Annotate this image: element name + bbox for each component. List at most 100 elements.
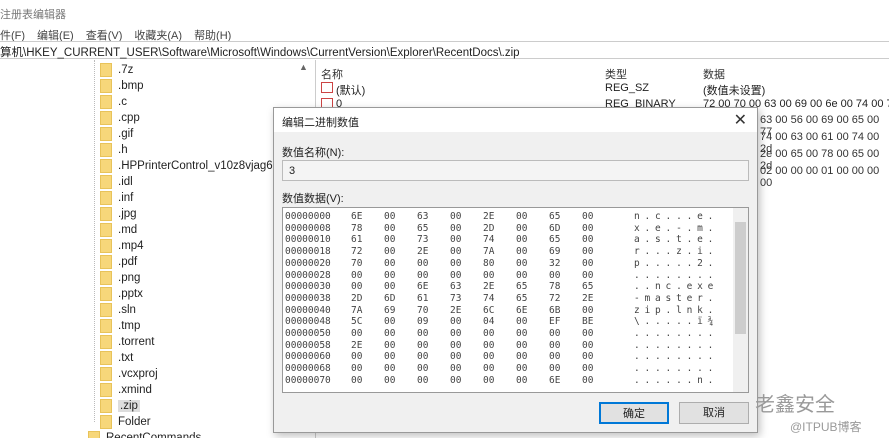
- close-icon[interactable]: ✕: [734, 110, 747, 130]
- hex-byte: 00: [516, 339, 528, 351]
- folder-icon: [100, 399, 112, 413]
- tree-item[interactable]: .tmp: [100, 318, 140, 334]
- hex-byte: 04: [483, 316, 495, 328]
- tree-item[interactable]: .md: [100, 222, 137, 238]
- hex-byte: 00: [582, 222, 594, 234]
- tree-item[interactable]: .7z: [100, 62, 133, 78]
- ascii-text: \.....ï¾: [634, 316, 719, 328]
- tree-item[interactable]: .HPPrinterControl_v10z8vjag6ke6: [100, 158, 291, 174]
- tree-item[interactable]: .idl: [100, 174, 133, 190]
- hex-address: 00000048: [285, 316, 331, 328]
- column-type[interactable]: 类型: [605, 66, 627, 82]
- tree-item[interactable]: .pptx: [100, 286, 143, 302]
- ok-button[interactable]: 确定: [599, 402, 669, 424]
- tree-item[interactable]: .jpg: [100, 206, 137, 222]
- tree-item-label: Folder: [118, 416, 151, 428]
- ascii-text: a.s.t.e.: [634, 234, 719, 246]
- hex-byte: 2E: [483, 281, 495, 293]
- scroll-up-button[interactable]: ▲: [299, 62, 313, 74]
- hex-byte: 7A: [483, 246, 495, 258]
- hex-byte: 6E: [351, 211, 363, 222]
- hex-byte: 00: [417, 363, 429, 375]
- hex-byte: 00: [516, 374, 528, 386]
- hex-byte: 00: [516, 316, 528, 328]
- tree-item[interactable]: .xmind: [100, 382, 152, 398]
- ascii-text: x.e.-.m.: [634, 222, 719, 234]
- hex-byte: 63: [417, 211, 429, 222]
- hex-byte: 00: [417, 269, 429, 281]
- value-name-label: 数值名称(N):: [282, 147, 345, 159]
- tree-item[interactable]: .zip: [100, 398, 140, 414]
- hex-byte: 6E: [417, 281, 429, 293]
- tree-item[interactable]: RecentCommands: [88, 430, 201, 438]
- row-type: REG_SZ: [605, 82, 650, 94]
- hex-byte: 2E: [417, 246, 429, 258]
- hex-byte: 70: [417, 304, 429, 316]
- tree-item[interactable]: .mp4: [100, 238, 144, 254]
- watermark-text: 老鑫安全: [755, 394, 835, 416]
- tree-item[interactable]: .txt: [100, 350, 133, 366]
- tree-item[interactable]: .h: [100, 142, 128, 158]
- hex-address: 00000050: [285, 328, 331, 339]
- hex-byte: 00: [384, 351, 396, 363]
- column-data[interactable]: 数据: [703, 66, 725, 82]
- tree-item[interactable]: Folder: [100, 414, 151, 430]
- hex-address: 00000000: [285, 211, 331, 222]
- tree-item[interactable]: .c: [100, 94, 127, 110]
- hex-byte: 00: [384, 222, 396, 234]
- tree-item[interactable]: .inf: [100, 190, 133, 206]
- hex-byte: 70: [351, 257, 363, 269]
- hex-byte: 00: [516, 363, 528, 375]
- hex-byte: 32: [549, 257, 561, 269]
- hex-byte: 6E: [516, 304, 528, 316]
- hex-address: 00000038: [285, 292, 331, 304]
- cancel-button[interactable]: 取消: [679, 402, 749, 424]
- hex-byte: 00: [450, 222, 462, 234]
- folder-icon: [100, 255, 112, 269]
- tree-item[interactable]: .vcxproj: [100, 366, 158, 382]
- hex-byte: 00: [516, 246, 528, 258]
- hex-byte: 65: [549, 234, 561, 246]
- list-row[interactable]: (默认): [321, 82, 365, 98]
- tree-item[interactable]: .png: [100, 270, 140, 286]
- tree-item[interactable]: .gif: [100, 126, 133, 142]
- hex-byte: 00: [450, 328, 462, 339]
- ascii-text: ........: [634, 363, 719, 375]
- address-bar[interactable]: 算机\HKEY_CURRENT_USER\Software\Microsoft\…: [0, 41, 889, 59]
- hex-byte: 00: [417, 328, 429, 339]
- edit-binary-dialog: 编辑二进制数值 ✕ 数值名称(N): 3 数值数据(V): 00000000 6E…: [273, 107, 758, 433]
- ascii-text: n.c...e.: [634, 211, 719, 222]
- ascii-text: ........: [634, 339, 719, 351]
- tree-item-label: .pptx: [118, 288, 143, 300]
- hex-byte: 2E: [483, 211, 495, 222]
- hex-editor[interactable]: 00000000 6E 00 63 00 2E 00 65 00 n.c...e. 00000008…: [282, 207, 749, 393]
- hex-byte: 00: [582, 246, 594, 258]
- tree-item-label: RecentCommands: [106, 432, 202, 438]
- folder-icon: [88, 431, 100, 438]
- hex-byte: 61: [351, 234, 363, 246]
- hex-byte: 6D: [384, 292, 396, 304]
- column-name[interactable]: 名称: [321, 66, 343, 82]
- folder-icon: [100, 207, 112, 221]
- hex-byte: 00: [516, 234, 528, 246]
- tree-item[interactable]: .torrent: [100, 334, 154, 350]
- tree-item-label: .mp4: [118, 240, 144, 252]
- tree-item-label: .c: [118, 96, 127, 108]
- hex-byte: EF: [549, 316, 561, 328]
- hex-byte: 00: [417, 351, 429, 363]
- hex-byte: 00: [450, 246, 462, 258]
- hex-byte: 65: [516, 292, 528, 304]
- tree-item[interactable]: .sln: [100, 302, 136, 318]
- value-name-field[interactable]: 3: [282, 160, 749, 181]
- hex-byte: 00: [384, 246, 396, 258]
- tree-item-label: .cpp: [118, 112, 140, 124]
- hex-byte: 00: [450, 316, 462, 328]
- tree-item[interactable]: .cpp: [100, 110, 140, 126]
- scrollbar[interactable]: [733, 208, 748, 392]
- tree-item[interactable]: .bmp: [100, 78, 144, 94]
- hex-byte: 69: [549, 246, 561, 258]
- tree-item[interactable]: .pdf: [100, 254, 137, 270]
- hex-byte: 00: [483, 363, 495, 375]
- scroll-thumb[interactable]: [735, 222, 746, 334]
- hex-byte: 00: [483, 328, 495, 339]
